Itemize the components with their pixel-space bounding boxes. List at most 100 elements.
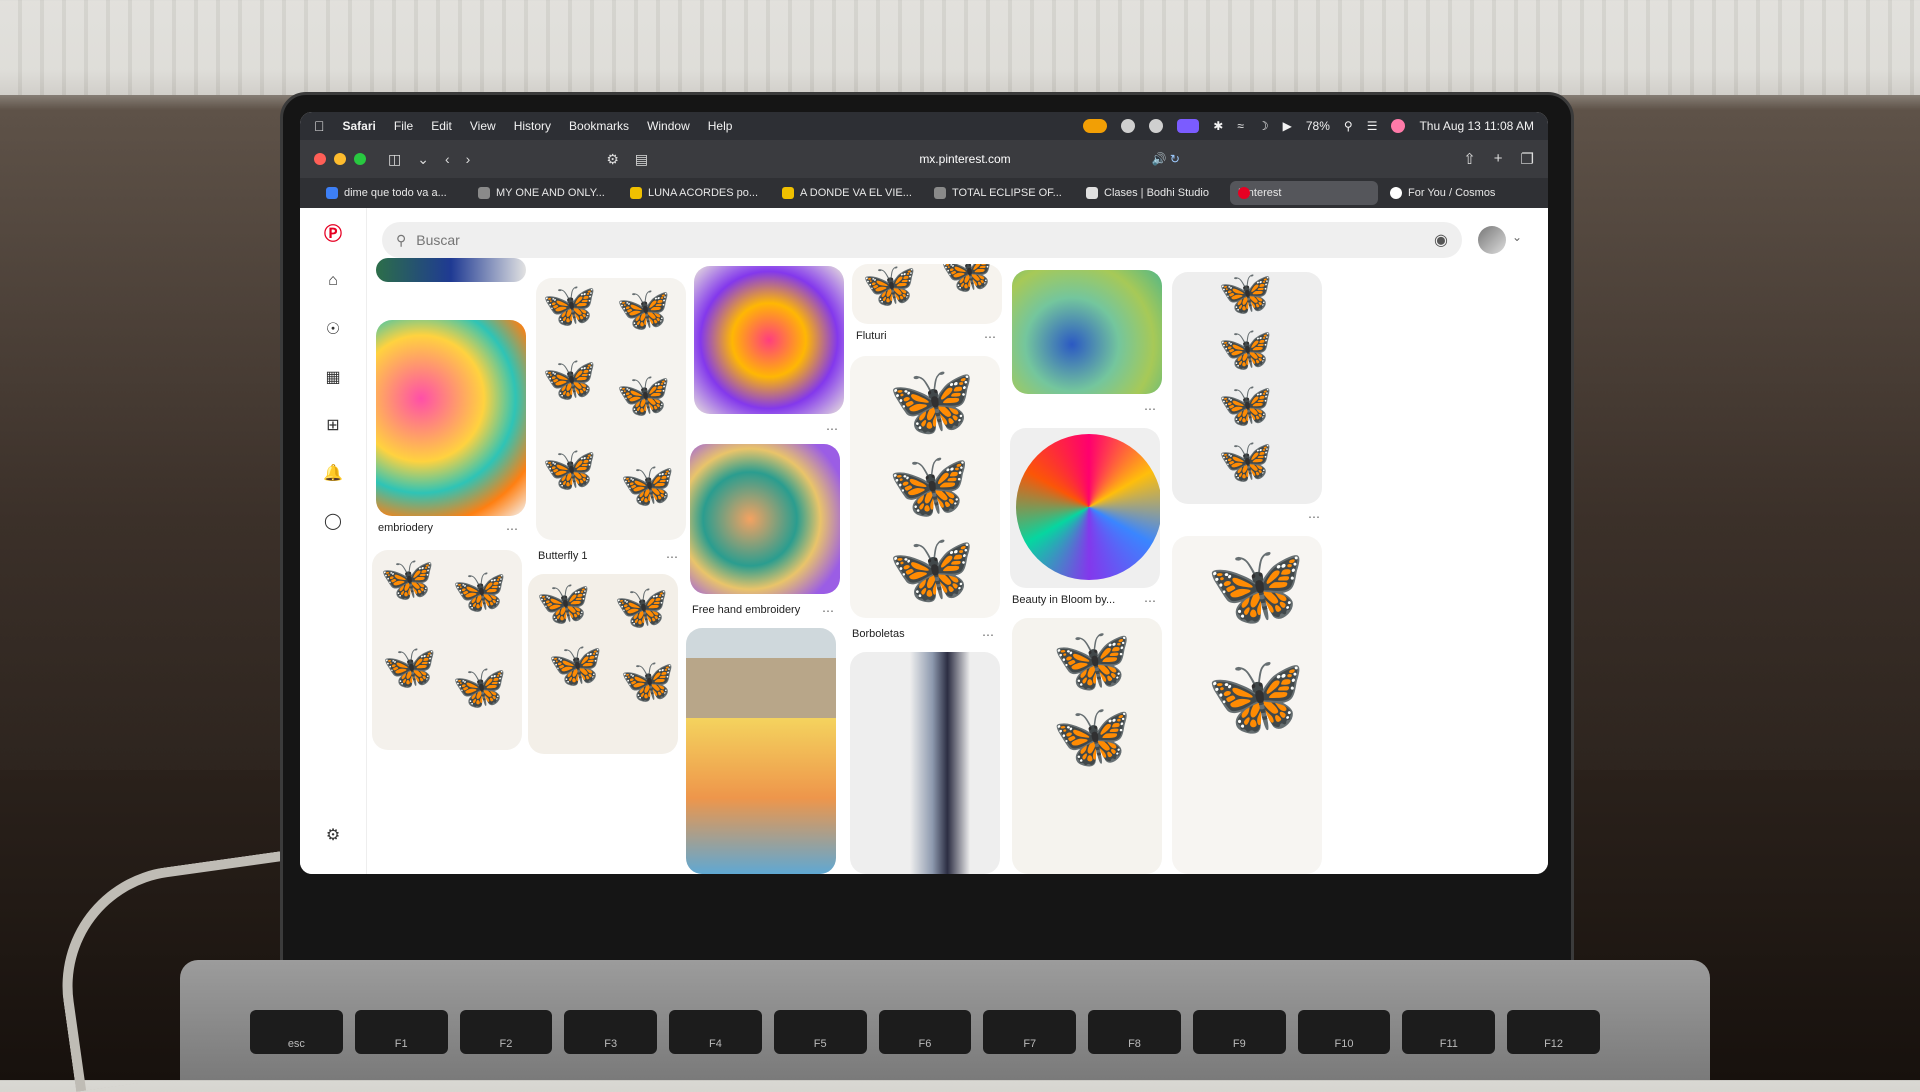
tab-total-eclipse[interactable]: TOTAL ECLIPSE OF... (926, 181, 1074, 205)
home-icon[interactable]: ⌂ (322, 270, 344, 292)
forward-arrow-icon[interactable]: › (466, 151, 471, 167)
sidebar-toggle-icon[interactable]: ◫ (388, 151, 401, 168)
menu-history[interactable]: History (514, 119, 551, 133)
pin-butterflies-watercolor[interactable]: 🦋 🦋 🦋 🦋 (372, 550, 522, 750)
settings-gear-icon[interactable]: ⚙ (322, 824, 344, 846)
pin-borboletas[interactable]: 🦋 🦋 🦋 (850, 356, 1000, 618)
pin-title[interactable]: embriodery (378, 522, 433, 534)
pin-butterfly-wing-green[interactable] (1012, 270, 1162, 394)
pin-more-options-icon[interactable]: ⋯ (984, 330, 996, 344)
pin-title[interactable]: Butterfly 1 (538, 550, 588, 562)
menu-file[interactable]: File (394, 119, 413, 133)
menu-edit[interactable]: Edit (431, 119, 452, 133)
focus-moon-icon[interactable]: ☽ (1258, 119, 1269, 133)
tab-group-chevron-icon[interactable]: ⌄ (417, 151, 429, 168)
visual-search-camera-icon[interactable]: ◉ (1434, 230, 1448, 250)
pin-swallowtail-butterflies[interactable]: 🦋 🦋 (1012, 618, 1162, 874)
pin-butterfly-wing-closeup[interactable] (850, 652, 1000, 874)
pin-fluturi[interactable]: 🦋 🦋 (852, 264, 1002, 324)
key-f6[interactable]: F6 (878, 1010, 972, 1054)
pin-title[interactable]: Borboletas (852, 628, 905, 640)
key-f8[interactable]: F8 (1088, 1010, 1181, 1054)
back-arrow-icon[interactable]: ‹ (445, 151, 450, 167)
audio-and-reload-icons[interactable]: 🔊 ↻ (1152, 152, 1180, 166)
tab-dime-que-todo[interactable]: dime que todo va a... (318, 181, 466, 205)
menu-app-safari[interactable]: Safari (343, 119, 376, 133)
pin-butterflies-column[interactable]: 🦋 🦋 🦋 🦋 (1172, 272, 1322, 504)
apple-menu-icon[interactable]:  (314, 118, 325, 134)
messages-icon[interactable]: ◯ (322, 510, 344, 532)
pin-more-options-icon[interactable]: ⋯ (1308, 510, 1320, 524)
wifi-icon[interactable]: ≈ (1237, 119, 1244, 133)
pinterest-logo-icon[interactable]: Ⓟ (322, 222, 344, 244)
screen-mirroring-icon[interactable] (1177, 119, 1200, 133)
pin-butterfly-1[interactable]: 🦋 🦋 🦋 🦋 🦋 🦋 (536, 278, 686, 540)
microphone-in-use-icon[interactable] (1083, 119, 1108, 133)
new-tab-plus-icon[interactable]: + (1494, 150, 1503, 168)
pin-more-options-icon[interactable]: ⋯ (1144, 594, 1156, 608)
pin-more-options-icon[interactable]: ⋯ (982, 628, 994, 642)
pin-more-options-icon[interactable]: ⋯ (822, 604, 834, 618)
tab-pinterest[interactable]: Pinterest (1230, 181, 1378, 205)
menu-view[interactable]: View (470, 119, 496, 133)
spotlight-search-icon[interactable]: ⚲ (1344, 119, 1353, 133)
page-menu-icon[interactable]: ▤ (635, 151, 648, 168)
key-f4[interactable]: F4 (669, 1010, 762, 1054)
pin-more-options-icon[interactable]: ⋯ (506, 522, 518, 536)
key-f10[interactable]: F10 (1297, 1010, 1391, 1054)
battery-percentage[interactable]: 78% (1306, 119, 1330, 133)
pin-title[interactable]: Free hand embroidery (692, 604, 800, 616)
pin-more-options-icon[interactable]: ⋯ (666, 550, 678, 564)
fullscreen-window-button[interactable] (354, 153, 366, 165)
headphones-icon[interactable] (1149, 119, 1164, 133)
tab-luna-acordes[interactable]: LUNA ACORDES po... (622, 181, 770, 205)
key-f2[interactable]: F2 (459, 1010, 553, 1054)
pin-more-options-icon[interactable]: ⋯ (1144, 402, 1156, 416)
pin-embroidery-flowers[interactable] (376, 320, 526, 516)
pin-title[interactable]: Fluturi (856, 330, 887, 342)
key-esc[interactable]: esc (250, 1010, 343, 1054)
avatar[interactable] (1478, 226, 1506, 254)
tab-a-donde-va[interactable]: A DONDE VA EL VIE... (774, 181, 922, 205)
pin-embroidery-hoop[interactable] (694, 266, 844, 414)
bluetooth-icon[interactable]: ✱ (1213, 119, 1223, 133)
address-bar[interactable]: mx.pinterest.com 🔊 ↻ (750, 146, 1180, 172)
explore-compass-icon[interactable]: ☉ (322, 318, 344, 340)
search-input[interactable] (414, 231, 1435, 249)
pin-title[interactable]: Beauty in Bloom by... (1012, 594, 1115, 606)
boards-icon[interactable]: ▦ (322, 366, 344, 388)
menu-extra-icon[interactable] (1121, 119, 1136, 133)
key-f9[interactable]: F9 (1192, 1010, 1286, 1054)
share-icon[interactable]: ⇧ (1463, 150, 1476, 168)
menu-bar-clock[interactable]: Thu Aug 13 11:08 AM (1419, 119, 1534, 133)
menu-bookmarks[interactable]: Bookmarks (569, 119, 629, 133)
key-f7[interactable]: F7 (983, 1010, 1077, 1054)
account-chevron-down-icon[interactable]: ⌄ (1512, 230, 1522, 244)
key-f5[interactable]: F5 (773, 1010, 867, 1054)
siri-icon[interactable] (1391, 119, 1406, 133)
tab-my-one-and-only[interactable]: MY ONE AND ONLY... (470, 181, 618, 205)
key-f3[interactable]: F3 (564, 1010, 658, 1054)
privacy-report-icon[interactable]: ⚙ (606, 151, 619, 168)
tab-for-you-cosmos[interactable]: For You / Cosmos (1382, 181, 1530, 205)
pin-beauty-in-bloom[interactable] (1010, 428, 1160, 588)
control-center-icon[interactable]: ☰ (1367, 119, 1378, 133)
menu-help[interactable]: Help (708, 119, 733, 133)
pin-image-partial[interactable] (376, 258, 526, 282)
minimize-window-button[interactable] (334, 153, 346, 165)
notifications-bell-icon[interactable]: 🔔 (322, 462, 344, 484)
key-f11[interactable]: F11 (1402, 1010, 1496, 1054)
create-plus-icon[interactable]: ⊞ (322, 414, 344, 436)
pin-spotted-butterflies[interactable]: 🦋 🦋 (1172, 536, 1322, 874)
play-status-icon[interactable]: ▶ (1283, 119, 1292, 133)
pin-free-hand-embroidery[interactable] (690, 444, 840, 594)
close-window-button[interactable] (314, 153, 326, 165)
key-f12[interactable]: F12 (1507, 1010, 1600, 1054)
tab-overview-icon[interactable]: ❐ (1521, 150, 1534, 168)
key-f1[interactable]: F1 (354, 1010, 448, 1054)
menu-window[interactable]: Window (647, 119, 690, 133)
pin-embroidery-on-bed[interactable] (686, 628, 836, 874)
pin-butterflies-pastel[interactable]: 🦋 🦋 🦋 🦋 (528, 574, 678, 754)
tab-clases-bodhi[interactable]: Clases | Bodhi Studio (1078, 181, 1226, 205)
pin-more-options-icon[interactable]: ⋯ (826, 422, 838, 436)
